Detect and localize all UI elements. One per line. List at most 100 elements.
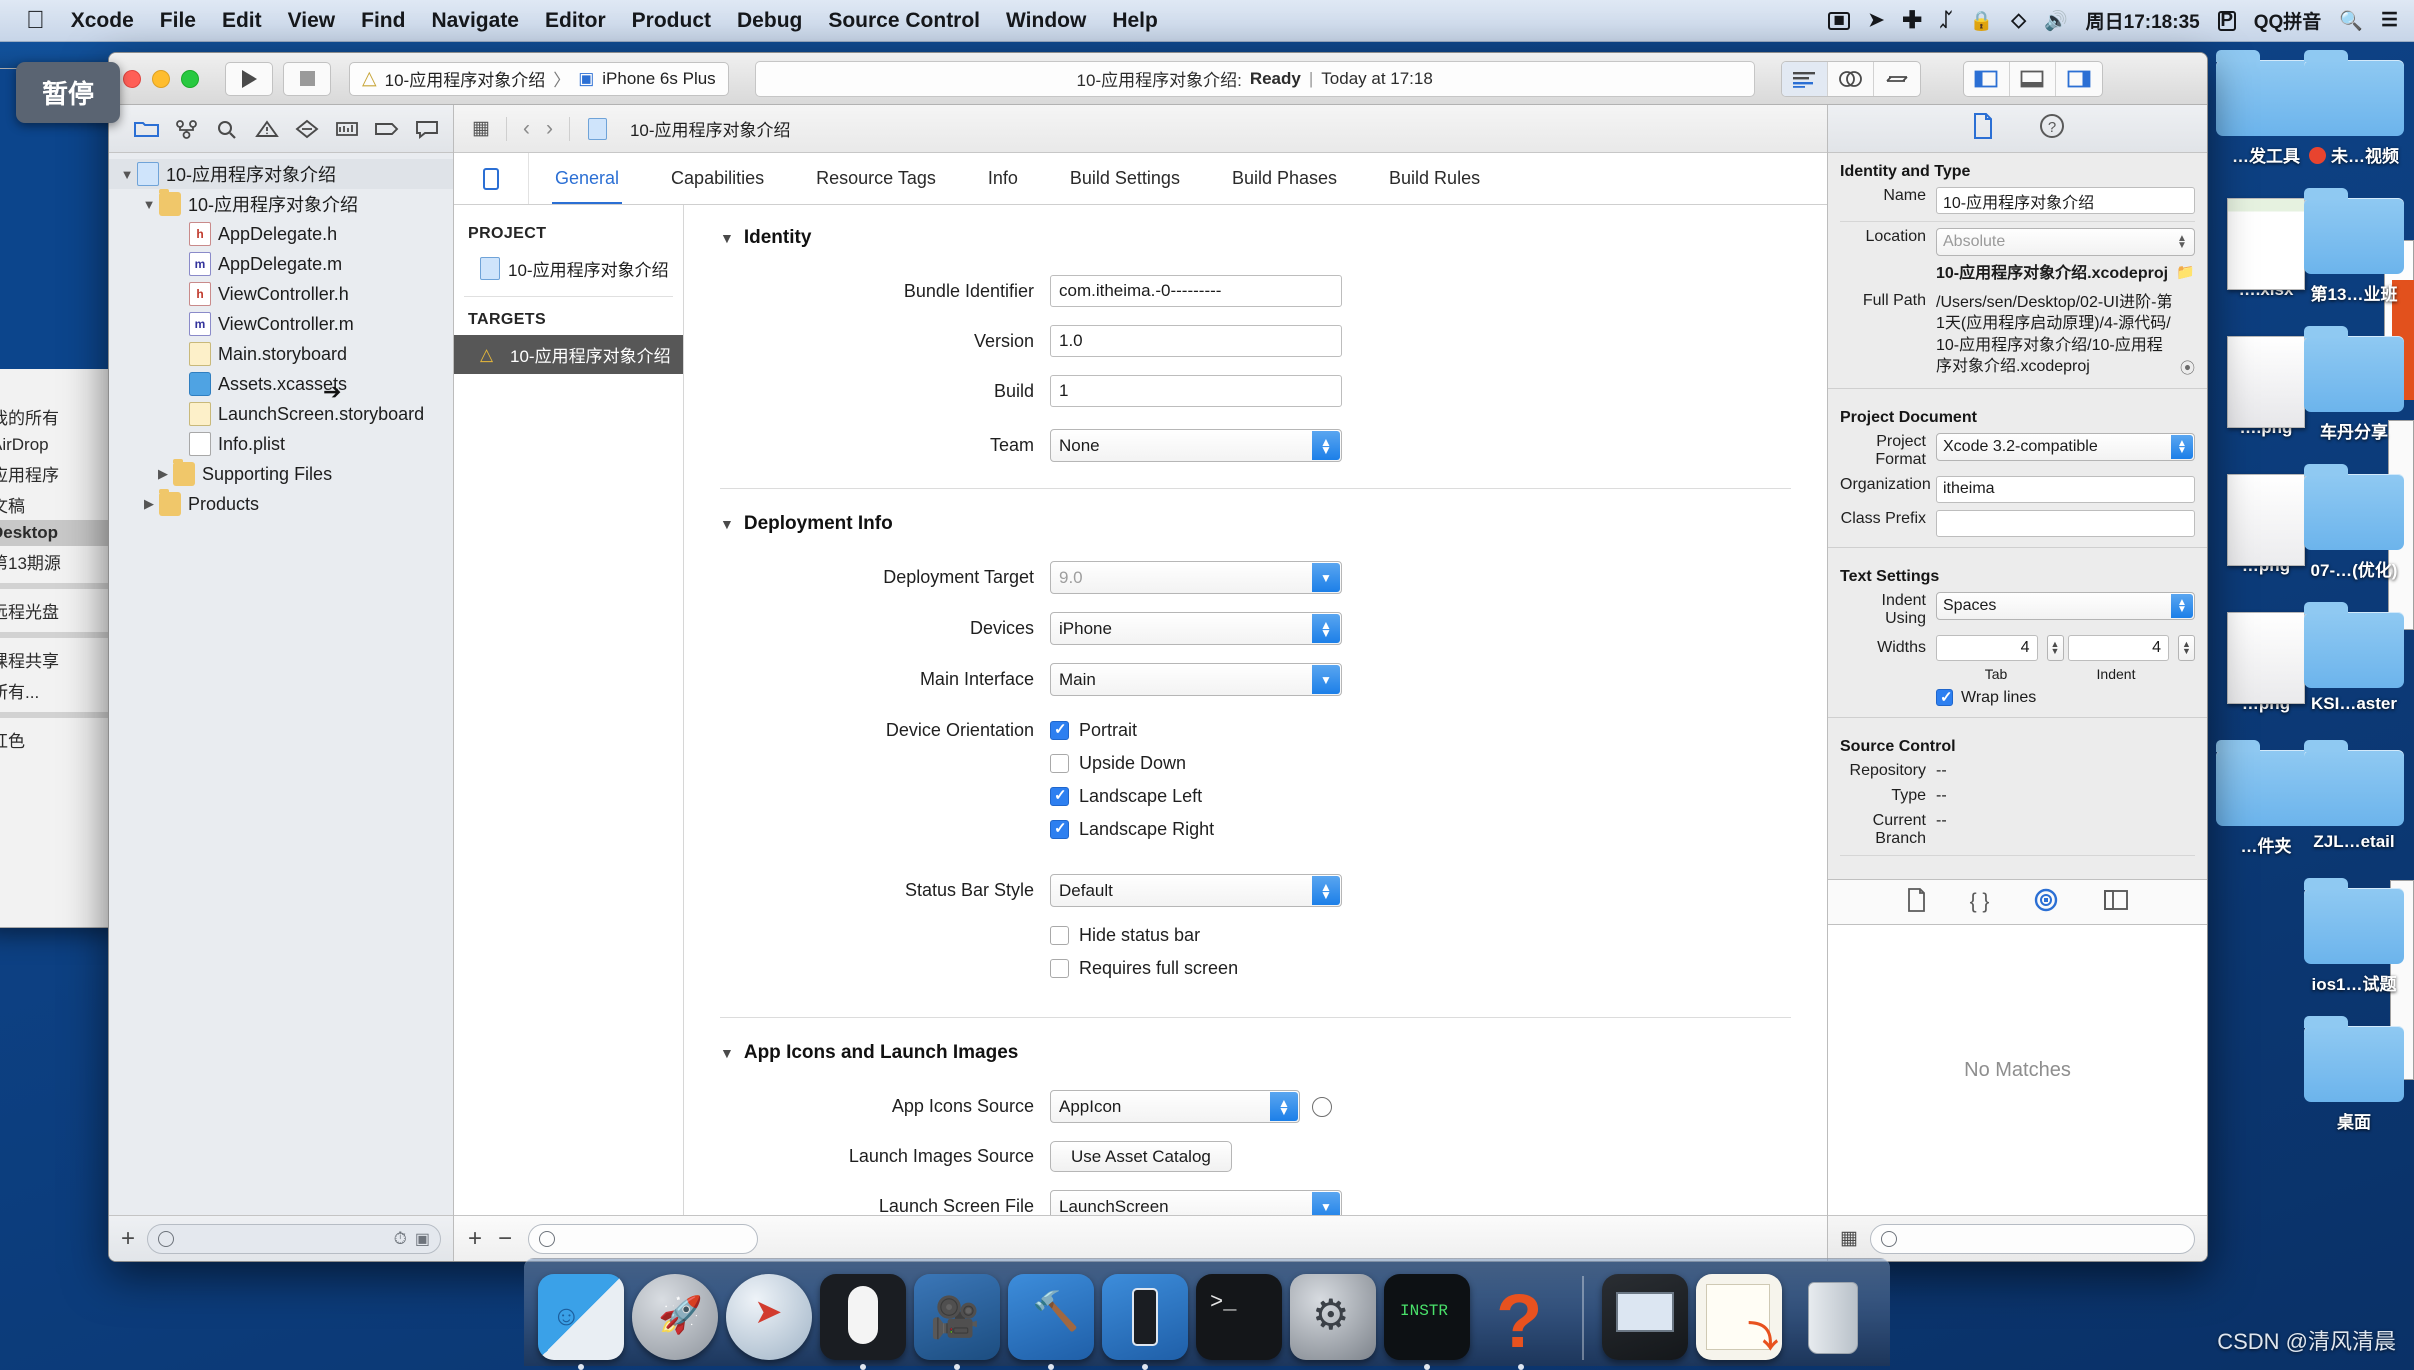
organization-field[interactable]: itheima <box>1936 475 2195 503</box>
dock-item-launchpad[interactable]: 🚀 <box>632 1274 718 1360</box>
project-navigator-icon[interactable] <box>127 111 167 147</box>
library-tab-bar[interactable]: { } <box>1828 879 2207 925</box>
notification-center-icon[interactable]: ☰ <box>2381 9 2398 32</box>
tab-build-rules[interactable]: Build Rules <box>1363 153 1506 204</box>
popup-stepper-icon[interactable]: ▲ ▼ <box>2171 434 2193 459</box>
add-target-button[interactable]: + <box>468 1226 482 1251</box>
disclosure-triangle-icon[interactable]: ▶ <box>155 466 171 482</box>
library-filter-field[interactable] <box>1869 1223 2195 1254</box>
scheme-selector[interactable]: △ 10-应用程序对象介绍 〉 ▣ iPhone 6s Plus <box>349 61 729 96</box>
reveal-in-finder-icon[interactable]: ⦿ <box>2180 357 2195 378</box>
disclosure-triangle-icon[interactable]: ▶ <box>141 496 157 512</box>
dock-item-notes-document[interactable]: ⤵ <box>1696 1274 1782 1360</box>
zoom-button[interactable] <box>181 69 199 88</box>
airdrop-icon[interactable]: ✚ <box>1902 6 1922 35</box>
file-template-library-icon[interactable] <box>1906 887 1926 917</box>
tab-build-settings[interactable]: Build Settings <box>1044 153 1206 204</box>
library-list[interactable]: No Matches <box>1828 925 2207 1215</box>
view-toggle-segment[interactable] <box>1962 60 2103 97</box>
version-field[interactable]: 1.0 <box>1050 325 1342 357</box>
editor-mode-segment[interactable] <box>1780 60 1921 97</box>
project-list-item[interactable]: 10-应用程序对象介绍 <box>454 249 683 288</box>
popup-stepper-icon[interactable]: ▲ ▼ <box>2171 230 2193 254</box>
dock-item-screen-document[interactable] <box>1602 1274 1688 1360</box>
chevron-down-icon[interactable]: ▼ <box>1312 1192 1340 1215</box>
desktop-icon[interactable]: 车丹分享 <box>2300 326 2408 443</box>
deployment-info-section-header[interactable]: ▼ Deployment Info <box>720 513 1791 535</box>
lock-icon[interactable]: 🔒 <box>1970 9 1994 33</box>
disclosure-triangle-icon[interactable]: ▼ <box>119 167 135 182</box>
device-orientation-checkboxes[interactable]: Portrait Upside Down Landscape Left <box>1050 720 1214 852</box>
indent-using-popup[interactable]: Spaces ▲ ▼ <box>1936 591 2195 620</box>
desktop-icon[interactable]: 第13…业班 <box>2300 188 2408 305</box>
menu-item-editor[interactable]: Editor <box>545 9 606 33</box>
tab-resource-tags[interactable]: Resource Tags <box>790 153 962 204</box>
tree-row-file[interactable]: ▶ h ViewController.h <box>109 279 453 309</box>
dock-item-mouse-app[interactable] <box>820 1274 906 1370</box>
input-method-label[interactable]: QQ拼音 <box>2254 7 2322 34</box>
desktop-icon[interactable]: KSI…aster <box>2300 602 2408 714</box>
tree-row-file[interactable]: ▶ LaunchScreen.storyboard <box>109 399 453 429</box>
indent-width-stepper[interactable]: ▲ ▼ <box>2178 634 2195 661</box>
tree-row-group[interactable]: ▶ Supporting Files <box>109 459 453 489</box>
menu-item-debug[interactable]: Debug <box>737 9 802 33</box>
dock-item-trash[interactable] <box>1790 1274 1876 1360</box>
project-format-popup[interactable]: Xcode 3.2-compatible ▲ ▼ <box>1936 432 2195 461</box>
menu-bar[interactable]:  Xcode File Edit View Find Navigate Edi… <box>0 0 2414 42</box>
finder-sidebar-item[interactable]: 文稿 <box>0 489 111 520</box>
dock-item-safari[interactable]: ➤ <box>726 1274 812 1360</box>
source-control-filter-icon[interactable]: ▣ <box>415 1229 430 1249</box>
project-targets-list[interactable]: PROJECT 10-应用程序对象介绍 TARGETS △ 10-应用程序对象介… <box>454 205 684 1215</box>
volume-icon[interactable]: 🔊 <box>2044 9 2068 33</box>
screen-recording-icon[interactable]: ■ <box>1828 10 1851 31</box>
inspector-wrap-lines-row[interactable]: Wrap lines <box>1828 688 2207 707</box>
background-finder-window[interactable]: 我的所有 AirDrop 应用程序 文稿 Desktop 第13期源 远程光盘 … <box>0 68 118 928</box>
standard-editor-icon[interactable] <box>1781 61 1828 96</box>
tree-row-file[interactable]: ▶ Assets.xcassets ➔ <box>109 369 453 404</box>
checkbox[interactable] <box>1050 786 1069 806</box>
popup-stepper-icon[interactable]: ▲ ▼ <box>1312 431 1340 460</box>
project-editor-tabs[interactable]: General Capabilities Resource Tags Info … <box>529 153 1506 204</box>
desktop-icon[interactable]: 桌面 <box>2300 1016 2408 1133</box>
dock-item-simulator[interactable] <box>1102 1274 1188 1370</box>
popup-stepper-icon[interactable]: ▲ ▼ <box>2171 593 2193 618</box>
dock-item-dash[interactable]: ? <box>1478 1274 1564 1370</box>
finder-sidebar-item[interactable]: 我的所有 <box>0 401 111 432</box>
disclosure-triangle-icon[interactable]: ▼ <box>720 230 734 246</box>
popup-stepper-icon[interactable]: ▲ ▼ <box>1312 876 1340 905</box>
indent-width-field[interactable]: 4 <box>2067 634 2169 661</box>
finder-sidebar[interactable]: 我的所有 AirDrop 应用程序 文稿 Desktop 第13期源 远程光盘 … <box>0 369 117 755</box>
inspector-content[interactable]: Identity and Type Name 10-应用程序对象介绍 Locat… <box>1828 153 2207 879</box>
chevron-down-icon[interactable]: ▼ <box>1312 665 1340 694</box>
back-button[interactable]: ‹ <box>523 117 530 141</box>
navigator-footer[interactable]: + ⏱ ▣ <box>109 1215 453 1261</box>
menu-item-file[interactable]: File <box>160 9 196 33</box>
dock-item-xcode[interactable]: 🔨 <box>1008 1274 1094 1370</box>
desktop-icon[interactable]: 07-…(优化) <box>2300 464 2408 581</box>
checkbox[interactable] <box>1050 720 1069 740</box>
status-bar-checkboxes[interactable]: Hide status bar Requires full screen <box>1050 925 1238 991</box>
team-popup[interactable]: None ▲ ▼ <box>1050 429 1342 462</box>
search-icon[interactable]: 🔍 <box>2339 9 2363 33</box>
jump-bar[interactable]: ▦ ‹ › 10-应用程序对象介绍 <box>454 105 1827 153</box>
debug-navigator-icon[interactable] <box>327 111 367 147</box>
name-field[interactable]: 10-应用程序对象介绍 <box>1936 187 2195 214</box>
media-library-icon[interactable] <box>2103 889 2129 916</box>
apple-menu-icon[interactable]:  <box>26 8 45 33</box>
app-icons-section-header[interactable]: ▼ App Icons and Launch Images <box>720 1042 1791 1064</box>
desktop-icon[interactable]: 未…视频 <box>2300 50 2408 167</box>
assistant-editor-icon[interactable] <box>1828 61 1874 96</box>
dock-item-system-preferences[interactable]: ⚙ <box>1290 1274 1376 1360</box>
tree-row-file[interactable]: ▶ h AppDelegate.h <box>109 219 453 249</box>
disclosure-triangle-icon[interactable]: ▼ <box>141 197 157 212</box>
inspector-tab-bar[interactable]: ? <box>1828 105 2207 153</box>
remove-target-button[interactable]: − <box>498 1226 512 1251</box>
tree-row-file[interactable]: ▶ m AppDelegate.m <box>109 249 453 279</box>
orientation-landscape-right[interactable]: Landscape Right <box>1050 819 1214 840</box>
bluetooth-icon[interactable]: ᛢ <box>1940 10 1951 32</box>
related-items-icon[interactable]: ▦ <box>472 117 490 140</box>
open-asset-catalog-icon[interactable] <box>1312 1096 1332 1117</box>
choose-folder-icon[interactable]: 📁 <box>2176 263 2195 281</box>
navigator-tab-bar[interactable] <box>109 105 453 153</box>
recent-filter-icon[interactable]: ⏱ <box>394 1229 407 1249</box>
